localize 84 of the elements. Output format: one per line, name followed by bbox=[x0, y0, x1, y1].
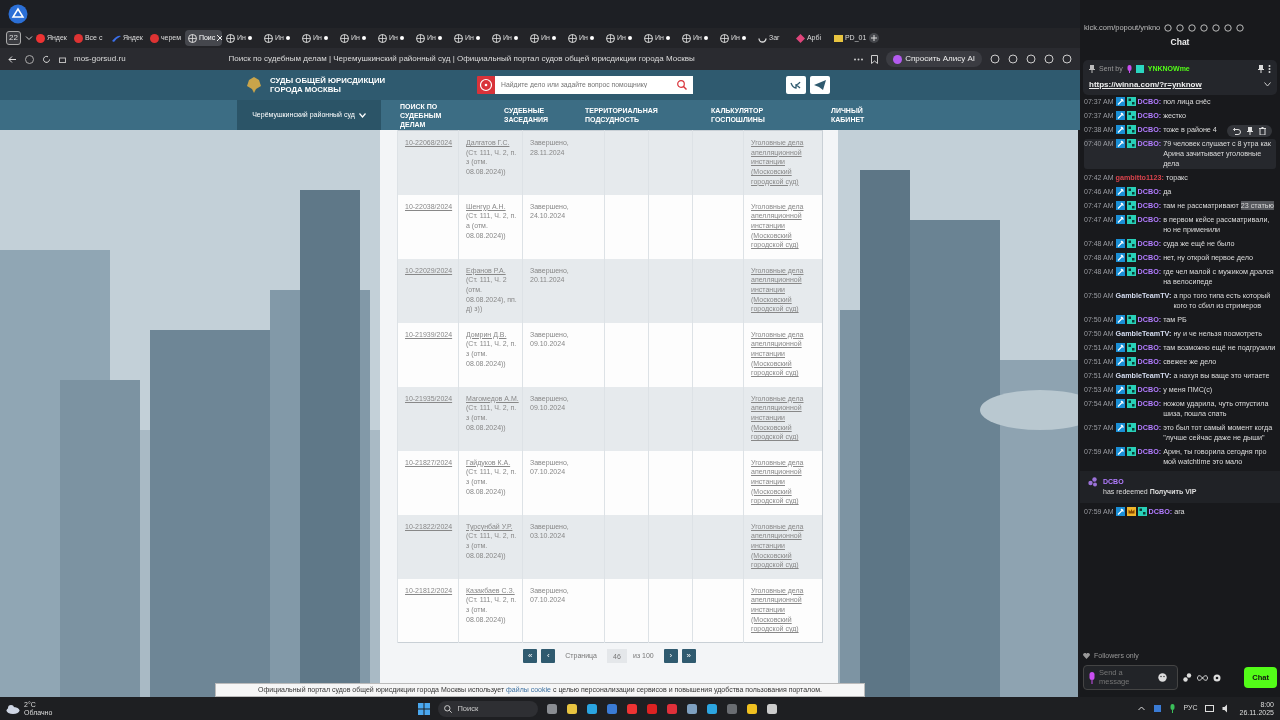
sword-badge-icon bbox=[1115, 239, 1125, 248]
network-icon[interactable] bbox=[1205, 704, 1215, 713]
plus-icon[interactable] bbox=[868, 33, 879, 43]
sub-badge-icon bbox=[1126, 111, 1136, 120]
pin-icon bbox=[1089, 65, 1095, 74]
diamond-icon bbox=[795, 33, 805, 43]
circle-icon bbox=[149, 33, 159, 43]
yandex-icon bbox=[35, 33, 45, 43]
sub-badge-icon bbox=[1126, 399, 1136, 408]
previous-page-button[interactable]: ‹ bbox=[541, 649, 556, 663]
sub-badge-icon bbox=[1126, 343, 1136, 352]
sub-badge-icon bbox=[1126, 357, 1136, 366]
back-icon[interactable] bbox=[8, 54, 17, 64]
vk-icon[interactable] bbox=[786, 76, 806, 94]
sub-badge-icon bbox=[1126, 267, 1136, 276]
sub-badge-icon bbox=[1126, 315, 1136, 324]
sword-badge-icon bbox=[1115, 399, 1125, 408]
sword-badge-icon bbox=[1115, 97, 1125, 106]
more-icon[interactable] bbox=[854, 57, 864, 61]
help-icon[interactable] bbox=[477, 76, 495, 94]
sub-badge-icon bbox=[1126, 97, 1136, 106]
chevron-icon bbox=[358, 112, 366, 118]
sword-badge-icon bbox=[1115, 187, 1125, 196]
emblem-icon bbox=[246, 76, 262, 94]
sword-badge-icon bbox=[1115, 215, 1125, 224]
last-page-button[interactable]: » bbox=[681, 649, 696, 663]
pin-icon[interactable] bbox=[1258, 65, 1264, 74]
dots-icon[interactable] bbox=[1183, 673, 1192, 682]
sub-badge-icon bbox=[1126, 253, 1136, 262]
sub-badge-icon bbox=[1126, 423, 1136, 432]
mic-icon[interactable] bbox=[1170, 704, 1176, 713]
sword-badge-icon bbox=[1115, 423, 1125, 432]
infinity-icon[interactable] bbox=[1197, 674, 1208, 681]
emoji-icon[interactable] bbox=[1158, 673, 1167, 682]
sub-badge-icon bbox=[1126, 201, 1136, 210]
chat-title: Chat bbox=[1169, 36, 1191, 49]
sword-badge-icon bbox=[1115, 507, 1125, 516]
sword-badge-icon bbox=[1115, 357, 1125, 366]
sword-badge-icon bbox=[1115, 267, 1125, 276]
undo-icon[interactable] bbox=[1233, 126, 1241, 135]
sword-badge-icon bbox=[1115, 125, 1125, 134]
more-icon[interactable] bbox=[1268, 65, 1271, 74]
chevron-icon[interactable] bbox=[24, 34, 33, 42]
pinned-link[interactable]: https://winna.com/?r=ynknow bbox=[1089, 78, 1202, 91]
first-page-button[interactable]: « bbox=[523, 649, 538, 663]
windows-icon[interactable] bbox=[418, 702, 431, 715]
sword-badge-icon bbox=[1115, 343, 1125, 352]
sub-badge-icon bbox=[1126, 187, 1136, 196]
assistant-icon bbox=[893, 54, 903, 64]
page-title: Поиск по судебным делам | Черемушкинский районный суд | Официальный портал судов общей юрисдикции города Москвы bbox=[228, 53, 695, 65]
lock-icon bbox=[59, 55, 66, 63]
swoosh-icon bbox=[111, 33, 121, 43]
sub-badge-icon bbox=[1137, 507, 1147, 516]
pin-icon[interactable] bbox=[1247, 126, 1253, 135]
next-page-button[interactable]: › bbox=[663, 649, 678, 663]
app-icon[interactable] bbox=[8, 4, 28, 24]
bookmark-icon[interactable] bbox=[871, 54, 879, 64]
assistant-button[interactable]: Спросить Алису AI bbox=[886, 51, 982, 67]
crown-icon bbox=[1126, 507, 1136, 516]
sword-badge-icon bbox=[1115, 253, 1125, 262]
sword-badge-icon bbox=[1115, 111, 1125, 120]
heart-icon bbox=[1083, 652, 1090, 659]
mic-icon bbox=[1126, 65, 1132, 74]
chevron-icon[interactable] bbox=[1138, 706, 1146, 711]
sub-badge-icon bbox=[1126, 125, 1136, 134]
sub-badge-icon bbox=[1126, 385, 1136, 394]
sword-badge-icon bbox=[1115, 201, 1125, 210]
sub-badge-icon bbox=[1126, 215, 1136, 224]
sub-badge-icon bbox=[1126, 447, 1136, 456]
mic-icon bbox=[1089, 671, 1095, 684]
chevron-icon[interactable] bbox=[1264, 82, 1271, 87]
sword-badge-icon bbox=[1115, 139, 1125, 148]
reload-icon[interactable] bbox=[42, 54, 51, 64]
circle-icon bbox=[73, 33, 83, 43]
sword-badge-icon bbox=[1115, 447, 1125, 456]
dots-icon bbox=[1088, 476, 1098, 487]
sub-badge-icon bbox=[1126, 139, 1136, 148]
sword-badge-icon bbox=[1115, 385, 1125, 394]
sub-badge-icon bbox=[1126, 239, 1136, 248]
sword-badge-icon bbox=[1115, 315, 1125, 324]
delete-icon[interactable] bbox=[1259, 126, 1266, 135]
tab-count[interactable]: 22 bbox=[6, 31, 21, 45]
badge-icon bbox=[1135, 65, 1144, 74]
url-text[interactable]: mos-gorsud.ru bbox=[74, 53, 126, 65]
